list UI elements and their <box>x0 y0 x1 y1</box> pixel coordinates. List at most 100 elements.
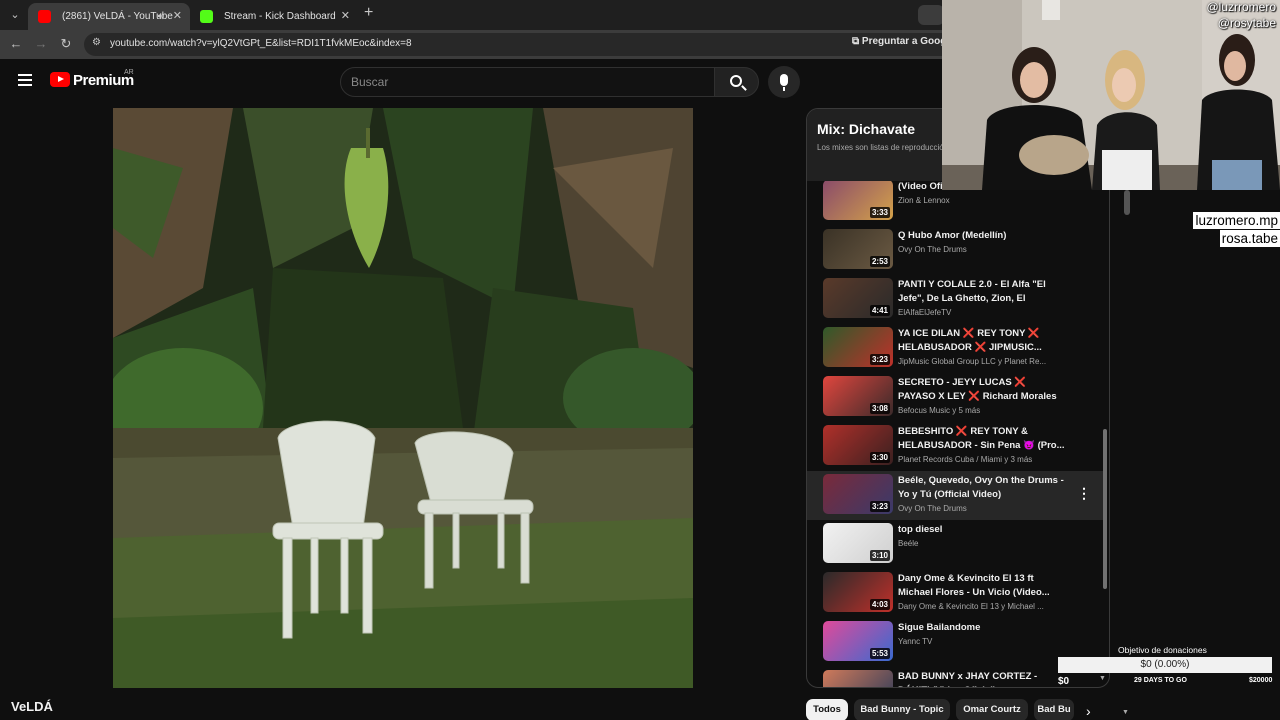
page-scroll-down-icon[interactable]: ▼ <box>1122 709 1129 716</box>
search-placeholder: Buscar <box>351 75 389 89</box>
playlist-item-text: Q Hubo Amor (Medellín) Ovy On The Drums <box>898 229 1066 254</box>
playlist-item-text: top diesel Beéle <box>898 523 1066 548</box>
playlist-item[interactable]: 3:08 SECRETO - JEYY LUCAS ❌ PAYASO X LEY … <box>807 373 1103 422</box>
playlist-item[interactable]: 4:41 PANTI Y COLALE 2.0 - El Alfa "El Jef… <box>807 275 1103 324</box>
video-thumbnail[interactable]: 3:23 <box>823 474 893 514</box>
video-duration: 3:23 <box>869 354 890 365</box>
playlist-item[interactable]: 3:30 BEBESHITO ❌ REY TONY & HELABUSADOR -… <box>807 422 1103 471</box>
channel-name: Dany Ome & Kevincito El 13 y Michael ... <box>898 602 1044 611</box>
tab-kick-dashboard[interactable]: Stream - Kick Dashboard ✕ <box>190 3 358 30</box>
close-tab-icon[interactable]: ✕ <box>341 3 350 30</box>
youtube-logo-icon[interactable] <box>50 72 70 87</box>
tab-youtube[interactable]: (2861) VeLDÁ - YouTube 🔊︎ ✕ <box>28 3 190 30</box>
forward-arrow-icon[interactable]: → <box>32 35 50 53</box>
video-title[interactable]: Sigue Bailandome <box>898 621 1066 635</box>
playlist-item-text: Dany Ome & Kevincito El 13 ft Michael Fl… <box>898 572 1066 611</box>
video-thumbnail[interactable]: 5:53 <box>823 621 893 661</box>
overlay-mp-label: luzromero.mp <box>1193 212 1280 229</box>
scroll-down-arrow-icon[interactable]: ▼ <box>1099 675 1106 682</box>
video-duration: 2:53 <box>869 256 890 267</box>
donation-goal: $20000 <box>1249 677 1273 684</box>
overlay-mp-label: rosa.tabe <box>1219 230 1280 247</box>
playlist-item[interactable]: 3:10 top diesel Beéle <box>807 520 1103 569</box>
tab-search-chevron-icon[interactable]: ⌄ <box>6 6 24 24</box>
video-duration: 3:23 <box>869 501 890 512</box>
search-input[interactable]: Buscar <box>340 67 715 97</box>
video-thumbnail[interactable]: 4:03 <box>823 572 893 612</box>
video-duration: 3:08 <box>869 403 890 414</box>
video-duration: 4:41 <box>869 305 890 316</box>
filter-chip[interactable]: Omar Courtz <box>956 699 1028 720</box>
video-thumbnail[interactable]: 3:08 <box>823 376 893 416</box>
video-thumbnail[interactable]: 3:34 <box>823 670 893 687</box>
donation-title: Objetivo de donaciones <box>1118 645 1207 655</box>
ask-google-button[interactable]: ⧉ Preguntar a Goog <box>852 36 946 53</box>
webcam-overlay: @luzrromero @rosytabe <box>942 0 1280 190</box>
filter-chip[interactable]: Bad Bunny - Topic <box>854 699 950 720</box>
new-tab-plus-icon[interactable]: + <box>364 4 373 22</box>
page-scrollbar[interactable] <box>1124 190 1130 215</box>
channel-name: ElAlfaElJefeTV <box>898 308 952 317</box>
video-title[interactable]: Q Hubo Amor (Medellín) <box>898 229 1066 243</box>
overlay-handle: @luzrromero <box>1206 0 1276 14</box>
video-thumbnail[interactable]: 3:23 <box>823 327 893 367</box>
playlist-item[interactable]: 3:23 Beéle, Quevedo, Ovy On the Drums - Y… <box>807 471 1103 520</box>
playlist-item[interactable]: 2:53 Q Hubo Amor (Medellín) Ovy On The Dru… <box>807 226 1103 275</box>
playlist-item-text: PANTI Y COLALE 2.0 - El Alfa "El Jefe", … <box>898 278 1066 317</box>
close-tab-icon[interactable]: ✕ <box>173 3 182 30</box>
playlist-subtitle: Los mixes son listas de reproducción <box>817 143 949 152</box>
playlist-item-text: BAD BUNNY x JHAY CORTEZ - DÁKITI (Video … <box>898 670 1066 687</box>
video-title[interactable]: BAD BUNNY x JHAY CORTEZ - DÁKITI (Video … <box>898 670 1066 687</box>
filter-chip[interactable]: Bad Bu <box>1034 699 1074 720</box>
playlist-scrollbar[interactable] <box>1103 429 1107 589</box>
video-title: VeLDÁ <box>11 699 53 714</box>
video-title[interactable]: Dany Ome & Kevincito El 13 ft Michael Fl… <box>898 572 1066 600</box>
kick-favicon-icon <box>200 10 213 23</box>
video-title[interactable]: YA ICE DILAN ❌ REY TONY ❌ HELABUSADOR ❌ … <box>898 327 1066 355</box>
site-info-icon[interactable]: ⚙︎ <box>92 37 101 48</box>
album-art <box>113 108 693 688</box>
donation-progress-bar: $0 (0.00%) <box>1058 657 1272 673</box>
reload-icon[interactable]: ↻ <box>57 35 75 53</box>
more-options-icon[interactable]: ⋮ <box>1077 485 1091 502</box>
speaker-icon[interactable]: 🔊︎ <box>158 3 164 30</box>
channel-name: JipMusic Global Group LLC y Planet Re... <box>898 357 1047 366</box>
donation-min: $0 <box>1058 676 1070 687</box>
search-button[interactable] <box>714 67 759 97</box>
tab-title: Stream - Kick Dashboard <box>224 11 336 22</box>
video-title[interactable]: BEBESHITO ❌ REY TONY & HELABUSADOR - Sin… <box>898 425 1066 453</box>
video-thumbnail[interactable]: 3:30 <box>823 425 893 465</box>
playlist-title[interactable]: Mix: Dichavate <box>817 121 915 137</box>
chevron-right-icon[interactable]: › <box>1086 703 1091 719</box>
video-title[interactable]: SECRETO - JEYY LUCAS ❌ PAYASO X LEY ❌ Ri… <box>898 376 1066 404</box>
video-thumbnail[interactable]: 2:53 <box>823 229 893 269</box>
url-text: youtube.com/watch?v=ylQ2VtGPt_E&list=RDI… <box>110 38 412 49</box>
donation-current: $0 (0.00%) <box>1140 659 1190 670</box>
playlist-item-text: Sigue Bailandome Yannc TV <box>898 621 1066 646</box>
playlist-item[interactable]: 4:03 Dany Ome & Kevincito El 13 ft Michae… <box>807 569 1103 618</box>
video-title[interactable]: PANTI Y COLALE 2.0 - El Alfa "El Jefe", … <box>898 278 1066 306</box>
video-thumbnail[interactable]: 4:41 <box>823 278 893 318</box>
gemini-button[interactable] <box>918 5 944 25</box>
youtube-favicon-icon <box>38 10 51 23</box>
filter-chip[interactable]: Todos <box>806 699 848 720</box>
video-title[interactable]: top diesel <box>898 523 1066 537</box>
video-duration: 4:03 <box>869 599 890 610</box>
playlist-item[interactable]: 3:23 YA ICE DILAN ❌ REY TONY ❌ HELABUSADO… <box>807 324 1103 373</box>
video-duration: 3:10 <box>869 550 890 561</box>
video-thumbnail[interactable]: 3:33 <box>823 181 893 220</box>
channel-name: Beéle <box>898 539 919 548</box>
voice-search-button[interactable] <box>768 66 800 98</box>
video-title[interactable]: Beéle, Quevedo, Ovy On the Drums - Yo y … <box>898 474 1066 502</box>
channel-name: Ovy On The Drums <box>898 245 967 254</box>
overlay-handle: @rosytabe <box>1217 16 1276 30</box>
microphone-icon <box>780 74 788 91</box>
menu-icon[interactable] <box>18 74 32 86</box>
video-player[interactable] <box>0 105 800 695</box>
channel-name: Befocus Music y 5 más <box>898 406 981 415</box>
playlist-items: 3:33 (Video Ofi Zion & Lennox 2:53 Q Hubo Am… <box>807 181 1103 687</box>
screen: ⌄ (2861) VeLDÁ - YouTube 🔊︎ ✕ Stream - K… <box>0 0 1280 720</box>
video-thumbnail[interactable]: 3:10 <box>823 523 893 563</box>
channel-name: Zion & Lennox <box>898 196 950 205</box>
back-arrow-icon[interactable]: ← <box>7 35 25 53</box>
